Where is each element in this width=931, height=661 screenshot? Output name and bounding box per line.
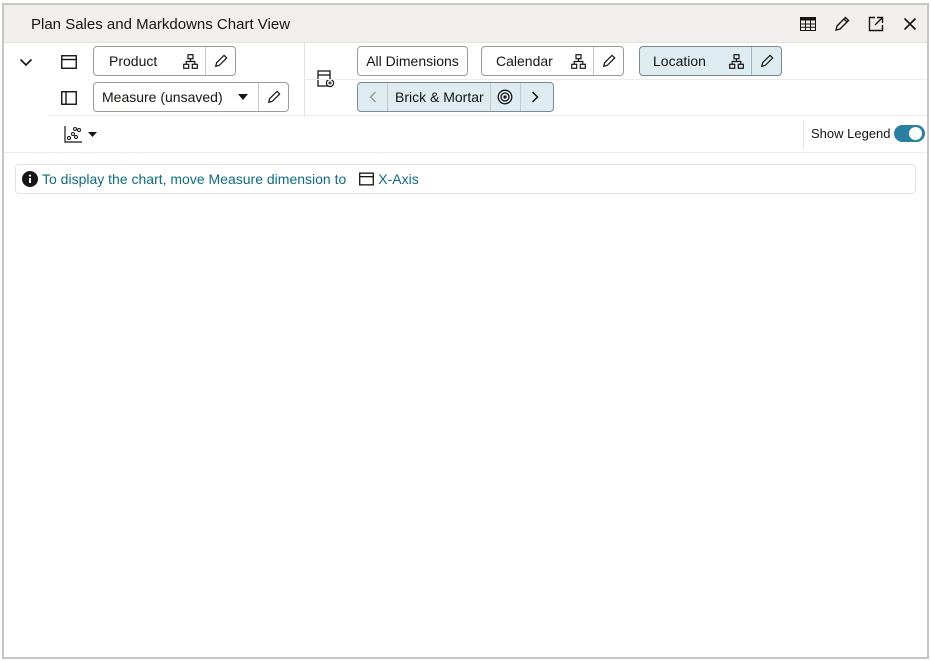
calendar-edit-icon[interactable] [593,47,623,75]
close-icon[interactable] [900,14,920,34]
measure-edit-icon[interactable] [258,83,288,111]
banner-message: To display the chart, move Measure dimen… [42,171,347,187]
row-divider [304,79,927,80]
toolbar-divider [48,115,927,116]
x-axis-layout-icon [58,51,80,73]
panel-title: Plan Sales and Markdowns Chart View [31,16,291,33]
title-bar: Plan Sales and Markdowns Chart View [4,5,927,43]
scatter-chart-icon[interactable] [62,123,84,145]
info-icon [22,171,38,187]
hierarchy-icon[interactable] [564,47,594,75]
info-banner: To display the chart, move Measure dimen… [15,164,916,194]
product-edit-icon[interactable] [205,47,235,75]
location-dimension-chip[interactable]: Location [639,46,782,76]
previous-member-icon[interactable] [358,83,387,111]
chart-view-panel: Plan Sales and Markdowns Chart View Prod… [2,3,929,659]
product-label: Product [109,53,158,69]
all-dimensions-label: All Dimensions [366,53,459,69]
calendar-label: Calendar [496,53,553,69]
hierarchy-icon[interactable] [176,47,206,75]
chart-canvas [4,201,927,657]
banner-target-link[interactable]: X-Axis [378,171,418,187]
chart-toolbar-divider [4,152,927,153]
location-member-label: Brick & Mortar [387,83,490,111]
measure-label: Measure (unsaved) [102,89,223,105]
hierarchy-icon[interactable] [722,47,752,75]
calendar-dimension-chip[interactable]: Calendar [481,46,624,76]
all-dimensions-chip[interactable]: All Dimensions [357,46,468,76]
separator [304,43,305,117]
table-view-icon[interactable] [798,14,818,34]
edit-icon[interactable] [832,14,852,34]
caret-down-icon[interactable] [228,83,258,111]
chart-type-caret-icon[interactable] [85,123,99,145]
location-edit-icon[interactable] [751,47,781,75]
location-member-navigator[interactable]: Brick & Mortar [357,82,554,112]
target-icon[interactable] [489,83,520,111]
next-member-icon[interactable] [519,83,549,111]
show-legend-toggle[interactable] [894,125,925,142]
product-dimension-chip[interactable]: Product [93,46,236,76]
expand-icon[interactable] [866,14,886,34]
toggle-knob [909,127,922,140]
x-axis-small-icon [359,172,375,186]
measure-dimension-chip[interactable]: Measure (unsaved) [93,82,289,112]
collapse-chevron-icon[interactable] [15,51,37,73]
show-legend-label: Show Legend [811,126,891,141]
location-label: Location [653,53,706,69]
y-axis-layout-icon [58,87,80,109]
legend-separator [803,119,804,149]
